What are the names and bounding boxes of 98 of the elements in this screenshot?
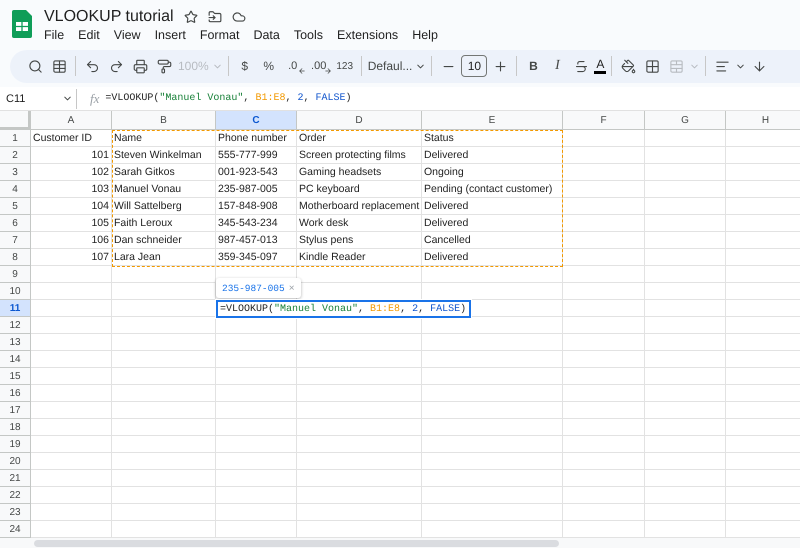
- table-cell: Phone number: [216, 130, 297, 148]
- table-cell: Delivered: [422, 215, 563, 232]
- document-title[interactable]: VLOOKUP tutorial: [44, 8, 174, 26]
- row-header[interactable]: 18: [0, 419, 31, 436]
- italic-button[interactable]: I: [546, 54, 568, 78]
- row-header[interactable]: 9: [0, 266, 31, 284]
- row-header[interactable]: 1: [0, 130, 31, 148]
- row-header[interactable]: 23: [0, 504, 31, 522]
- row-header[interactable]: 3: [0, 164, 31, 182]
- table-cell: 102: [31, 164, 112, 182]
- table-cell: 106: [31, 232, 112, 250]
- table-cell: Steven Winkelman: [112, 147, 216, 164]
- formula-input[interactable]: =VLOOKUP("Manuel Vonau", B1:E8, 2, FALSE): [105, 93, 352, 104]
- preview-value: 235-987-005: [222, 282, 285, 294]
- table-cell: Ongoing: [422, 164, 563, 182]
- table-cell: 235-987-005: [216, 181, 297, 198]
- column-header[interactable]: D: [297, 111, 422, 130]
- row-header[interactable]: 13: [0, 334, 31, 352]
- increase-decimal-button[interactable]: .00: [308, 54, 330, 78]
- column-header[interactable]: E: [422, 111, 563, 130]
- table-cell: Delivered: [422, 147, 563, 164]
- name-box[interactable]: C11: [0, 92, 62, 105]
- row-header[interactable]: 21: [0, 470, 31, 488]
- table-cell: Order: [297, 130, 422, 148]
- table-cell: 345-543-234: [216, 215, 297, 232]
- menu-item[interactable]: Extensions: [337, 28, 404, 42]
- table-cell: Manuel Vonau: [112, 181, 216, 198]
- row-header[interactable]: 7: [0, 232, 31, 250]
- row-header[interactable]: 2: [0, 147, 31, 164]
- column-header[interactable]: B: [112, 111, 216, 130]
- table-cell: 101: [31, 147, 112, 164]
- table-cell: Screen protecting films: [297, 147, 422, 164]
- table-cell: Will Sattelberg: [112, 198, 216, 216]
- cell-editor[interactable]: =VLOOKUP("Manuel Vonau", B1:E8, 2, FALSE): [216, 300, 472, 318]
- row-header[interactable]: 15: [0, 368, 31, 386]
- table-cell: Faith Leroux: [112, 215, 216, 232]
- table-cell: 104: [31, 198, 112, 216]
- table-cell: 987-457-013: [216, 232, 297, 250]
- row-header[interactable]: 16: [0, 385, 31, 402]
- table-cell: Customer ID: [31, 130, 112, 148]
- table-cell: 555-777-999: [216, 147, 297, 164]
- row-header[interactable]: 10: [0, 283, 31, 300]
- table-cell: Work desk: [297, 215, 422, 232]
- row-header[interactable]: 20: [0, 453, 31, 470]
- table-cell: Cancelled: [422, 232, 563, 250]
- table-cell: 157-848-908: [216, 198, 297, 216]
- table-cell: Gaming headsets: [297, 164, 422, 182]
- menu-item[interactable]: File: [44, 28, 70, 42]
- row-header[interactable]: 6: [0, 215, 31, 232]
- table-cell: PC keyboard: [297, 181, 422, 198]
- menu-item[interactable]: Edit: [78, 28, 105, 42]
- table-cell: Delivered: [422, 249, 563, 266]
- column-header[interactable]: H: [726, 111, 800, 130]
- table-cell: Kindle Reader: [297, 249, 422, 266]
- decrease-decimal-button[interactable]: .0: [282, 54, 304, 78]
- row-header[interactable]: 17: [0, 402, 31, 420]
- menu-item[interactable]: Help: [412, 28, 443, 42]
- column-header[interactable]: A: [31, 111, 112, 130]
- row-header[interactable]: 11: [0, 300, 31, 318]
- font-size-field[interactable]: 10: [461, 55, 488, 78]
- row-header[interactable]: 12: [0, 317, 31, 334]
- row-header[interactable]: 8: [0, 249, 31, 266]
- table-cell: Dan schneider: [112, 232, 216, 250]
- column-header[interactable]: G: [645, 111, 726, 130]
- table-cell: Sarah Gitkos: [112, 164, 216, 182]
- row-header[interactable]: 22: [0, 487, 31, 504]
- table-cell: Pending (contact customer): [422, 181, 563, 198]
- font-select[interactable]: Defaul...: [366, 54, 414, 78]
- table-cell: 001-923-543: [216, 164, 297, 182]
- row-header[interactable]: 19: [0, 436, 31, 454]
- column-header[interactable]: C: [216, 111, 297, 130]
- row-header[interactable]: 14: [0, 351, 31, 368]
- percent-button[interactable]: %: [258, 54, 280, 78]
- table-cell: Stylus pens: [297, 232, 422, 250]
- table-cell: Motherboard replacement: [297, 198, 422, 216]
- table-cell: 107: [31, 249, 112, 266]
- row-header[interactable]: 24: [0, 521, 31, 538]
- menu-item[interactable]: View: [114, 28, 146, 42]
- menu-item[interactable]: Insert: [154, 28, 191, 42]
- currency-button[interactable]: $: [234, 54, 256, 78]
- bold-button[interactable]: B: [522, 54, 544, 78]
- row-header[interactable]: 4: [0, 181, 31, 198]
- number-format-button[interactable]: 123: [334, 54, 356, 78]
- menu-item[interactable]: Tools: [294, 28, 328, 42]
- function-label: fx: [90, 90, 100, 107]
- row-header[interactable]: 5: [0, 198, 31, 216]
- column-header[interactable]: F: [563, 111, 645, 130]
- table-cell: Status: [422, 130, 563, 148]
- table-cell: 105: [31, 215, 112, 232]
- menu-item[interactable]: Data: [253, 28, 285, 42]
- text-color-button[interactable]: A: [594, 58, 606, 74]
- table-cell: 359-345-097: [216, 249, 297, 266]
- table-cell: Name: [112, 130, 216, 148]
- table-cell: Lara Jean: [112, 249, 216, 266]
- table-cell: Delivered: [422, 198, 563, 216]
- formula-text[interactable]: =VLOOKUP("Manuel Vonau", B1:E8, 2, FALSE): [220, 304, 466, 315]
- menu-item[interactable]: Format: [200, 28, 244, 42]
- table-cell: 103: [31, 181, 112, 198]
